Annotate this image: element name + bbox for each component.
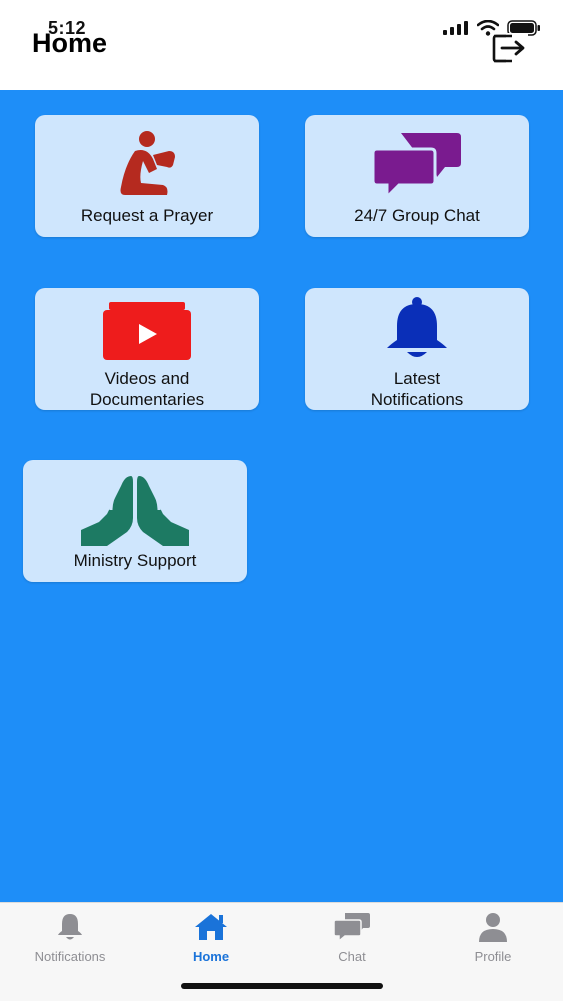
- latest-notifications-button[interactable]: Latest Notifications: [305, 288, 529, 410]
- bell-icon: [58, 914, 82, 940]
- tile-label-line2: Documentaries: [89, 390, 205, 409]
- tab-profile[interactable]: Profile: [438, 911, 548, 971]
- chat-bubbles-icon: [371, 133, 461, 201]
- tab-label: Notifications: [34, 949, 106, 964]
- home-grid: Request a Prayer 24/7 Group Chat Videos …: [0, 90, 563, 902]
- person-icon: [479, 913, 507, 942]
- tile-label: Ministry Support: [73, 551, 197, 570]
- videos-documentaries-button[interactable]: Videos and Documentaries: [35, 288, 259, 410]
- tab-home[interactable]: Home: [156, 911, 266, 971]
- tab-notifications[interactable]: Notifications: [15, 911, 125, 971]
- tab-chat[interactable]: Chat: [297, 911, 407, 971]
- page-title: Home: [32, 28, 108, 58]
- praying-hands-icon: [81, 476, 189, 546]
- video-folder-icon: [103, 302, 191, 360]
- group-chat-button[interactable]: 24/7 Group Chat: [305, 115, 529, 237]
- tile-label: Request a Prayer: [80, 206, 214, 225]
- ministry-support-button[interactable]: Ministry Support: [23, 460, 247, 582]
- bell-icon: [387, 297, 447, 357]
- chat-icon: [333, 913, 370, 942]
- request-prayer-button[interactable]: Request a Prayer: [35, 115, 259, 237]
- house-icon: [195, 914, 227, 940]
- tab-label: Chat: [338, 949, 366, 964]
- tab-label: Profile: [474, 949, 512, 964]
- tile-label-line2: Notifications: [370, 390, 464, 409]
- tab-label: Home: [192, 949, 230, 964]
- home-indicator: [181, 983, 383, 989]
- logout-button[interactable]: [492, 32, 528, 64]
- kneeling-prayer-icon: [120, 131, 175, 195]
- cellular-signal-icon: [443, 21, 468, 35]
- tile-label-line1: Videos and: [104, 369, 190, 388]
- logout-icon: [492, 33, 528, 63]
- tile-label: 24/7 Group Chat: [354, 206, 480, 225]
- tile-label-line1: Latest: [393, 369, 441, 388]
